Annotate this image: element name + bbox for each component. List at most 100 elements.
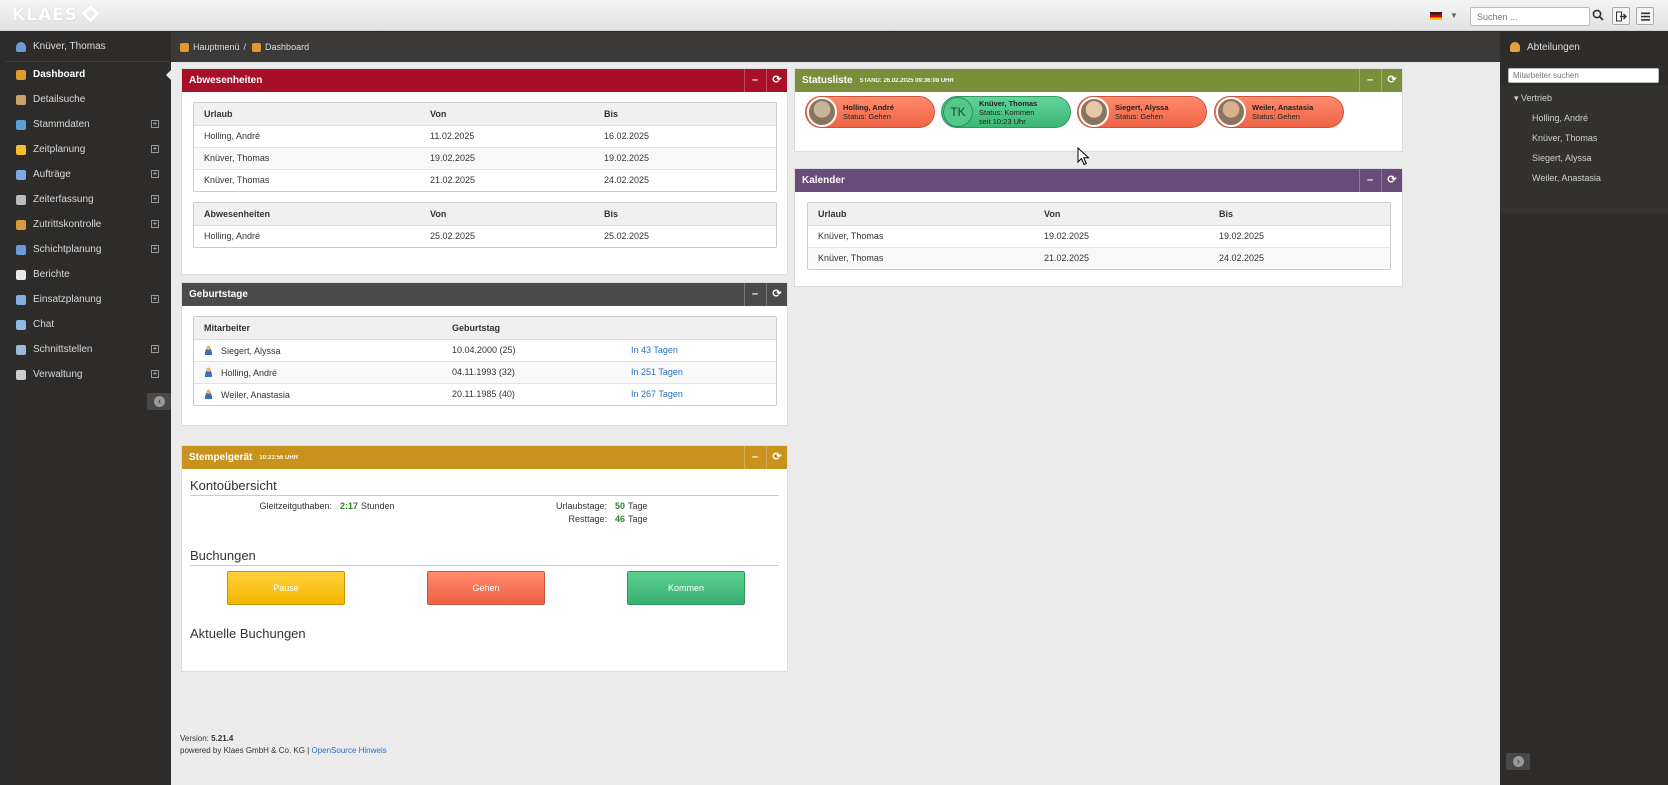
expand-icon[interactable]: + — [151, 145, 159, 153]
buchungen-title: Buchungen — [190, 548, 256, 563]
logout-button[interactable] — [1612, 7, 1630, 25]
sidebar-item-stammdaten[interactable]: Stammdaten + — [5, 112, 171, 137]
sidebar-item-zutrittskontrolle[interactable]: Zutrittskontrolle + — [5, 212, 171, 237]
calendar-icon — [16, 244, 26, 255]
expand-right-sidebar-button[interactable]: › — [1506, 753, 1530, 770]
expand-icon[interactable]: + — [151, 120, 159, 128]
status-chip[interactable]: Holling, André Status: Gehen — [805, 96, 935, 128]
breadcrumb-home[interactable]: Hauptmenü — [193, 42, 240, 52]
sidebar-item-zeiterfassung[interactable]: Zeiterfassung + — [5, 187, 171, 212]
expand-icon[interactable]: + — [151, 345, 159, 353]
table-row[interactable]: Knüver, Thomas 21.02.2025 24.02.2025 — [808, 247, 1390, 269]
tree-group-vertrieb[interactable]: ▾ Vertrieb — [1500, 88, 1668, 108]
sidebar-item-auftr-ge[interactable]: Aufträge + — [5, 162, 171, 187]
table-header-row: Urlaub Von Bis — [194, 103, 776, 126]
minimize-button[interactable]: – — [1359, 69, 1380, 92]
sidebar-item-label: Zutrittskontrolle — [33, 219, 102, 230]
tree-member[interactable]: Knüver, Thomas — [1500, 128, 1668, 148]
table-row[interactable]: Holling, André 11.02.2025 16.02.2025 — [194, 125, 776, 148]
kommen-button[interactable]: Kommen — [627, 571, 745, 605]
column-header: Von — [1034, 203, 1209, 226]
abwesenheiten-header: Abwesenheiten – ⟳ — [182, 69, 787, 92]
status-chip-text: Holling, André Status: Gehen — [843, 103, 894, 121]
sidebar-item-schnittstellen[interactable]: Schnittstellen + — [5, 337, 171, 362]
tree-member[interactable]: Siegert, Alyssa — [1500, 148, 1668, 168]
table-cell[interactable]: In 267 Tagen — [631, 389, 683, 399]
table-cell: 16.02.2025 — [604, 131, 650, 141]
status-chip[interactable]: Weiler, Anastasia Status: Gehen — [1214, 96, 1344, 128]
table-row[interactable]: Holling, André 04.11.1993 (32) In 251 Tage… — [194, 361, 776, 384]
current-user-name: Knüver, Thomas — [33, 41, 106, 52]
table-cell[interactable]: In 43 Tagen — [631, 345, 678, 355]
sun-icon — [16, 144, 26, 155]
main-content: Hauptmenü / Dashboard Abwesenheiten – ⟳ … — [171, 32, 1500, 785]
table-cell[interactable]: In 251 Tagen — [631, 367, 683, 377]
sidebar-item-verwaltung[interactable]: Verwaltung + — [5, 362, 171, 387]
caret-down-icon: ▾ — [1514, 93, 1522, 103]
sidebar-item-label: Zeiterfassung — [33, 194, 94, 205]
gehen-button[interactable]: Gehen — [427, 571, 545, 605]
table-row[interactable]: Knüver, Thomas 21.02.2025 24.02.2025 — [194, 169, 776, 191]
pause-button[interactable]: Pause — [227, 571, 345, 605]
tree-member[interactable]: Weiler, Anastasia — [1500, 168, 1668, 188]
status-chip[interactable]: TK Knüver, Thomas Status: Kommen seit 10:23… — [941, 96, 1071, 128]
table-row[interactable]: Knüver, Thomas 19.02.2025 19.02.2025 — [194, 147, 776, 170]
sidebar-item-chat[interactable]: Chat — [5, 312, 171, 337]
table-row[interactable]: Knüver, Thomas 19.02.2025 19.02.2025 — [808, 225, 1390, 248]
german-flag-icon[interactable] — [1430, 12, 1442, 20]
clock-icon — [16, 194, 26, 205]
resttage-value: 46 — [615, 514, 626, 524]
employee-search-input[interactable] — [1508, 68, 1659, 83]
sidebar-item-einsatzplanung[interactable]: Einsatzplanung + — [5, 287, 171, 312]
sidebar-item-label: Schnittstellen — [33, 344, 93, 355]
language-dropdown-caret-icon[interactable]: ▼ — [1450, 11, 1458, 20]
status-since: seit 10:23 Uhr — [979, 116, 1026, 126]
klaes-logo[interactable]: KLAES — [12, 4, 100, 25]
sidebar-item-schichtplanung[interactable]: Schichtplanung + — [5, 237, 171, 262]
refresh-button[interactable]: ⟳ — [766, 446, 787, 469]
panel-title: Stempelgerät — [189, 452, 253, 463]
tree-member[interactable]: Holling, André — [1500, 108, 1668, 128]
expand-icon[interactable]: + — [151, 195, 159, 203]
expand-icon[interactable]: + — [151, 245, 159, 253]
refresh-button[interactable]: ⟳ — [1381, 69, 1402, 92]
sidebar-item-berichte[interactable]: Berichte — [5, 262, 171, 287]
sidebar-item-zeitplanung[interactable]: Zeitplanung + — [5, 137, 171, 162]
minimize-button[interactable]: – — [744, 446, 765, 469]
table-row[interactable]: Weiler, Anastasia 20.11.1985 (40) In 267 T… — [194, 383, 776, 405]
expand-icon[interactable]: + — [151, 170, 159, 178]
table-row[interactable]: Holling, André 25.02.2025 25.02.2025 — [194, 225, 776, 247]
refresh-button[interactable]: ⟳ — [1381, 169, 1402, 192]
expand-icon[interactable]: + — [151, 295, 159, 303]
home-icon — [16, 69, 26, 80]
table-row[interactable]: Siegert, Alyssa 10.04.2000 (25) In 43 Tage… — [194, 339, 776, 362]
expand-icon[interactable]: + — [151, 370, 159, 378]
clock-time: 10:23:56 UHR — [259, 454, 299, 461]
user-icon — [16, 41, 26, 52]
menu-button[interactable] — [1636, 7, 1654, 25]
search-input[interactable] — [1470, 7, 1590, 26]
expand-icon[interactable]: + — [151, 220, 159, 228]
status-chip[interactable]: Siegert, Alyssa Status: Gehen — [1077, 96, 1207, 128]
refresh-button[interactable]: ⟳ — [766, 69, 787, 92]
refresh-button[interactable]: ⟳ — [766, 283, 787, 306]
table-cell: Holling, André — [204, 231, 261, 242]
panel-title: Statusliste — [802, 75, 853, 86]
minimize-button[interactable]: – — [1359, 169, 1380, 192]
sidebar-item-detailsuche[interactable]: Detailsuche — [5, 87, 171, 112]
current-user[interactable]: Knüver, Thomas — [5, 32, 171, 62]
minimize-button[interactable]: – — [744, 283, 765, 306]
column-header: Bis — [594, 103, 776, 126]
search-icon[interactable] — [1592, 9, 1604, 21]
column-header: Abwesenheiten — [194, 203, 420, 226]
breadcrumb-current[interactable]: Dashboard — [265, 42, 309, 52]
minimize-button[interactable]: – — [744, 69, 765, 92]
collapse-sidebar-button[interactable]: ‹ — [147, 393, 171, 410]
kalender-header: Kalender – ⟳ — [795, 169, 1402, 192]
sidebar-item-label: Detailsuche — [33, 94, 86, 105]
table-cell: 21.02.2025 — [430, 175, 476, 186]
sidebar-item-dashboard[interactable]: Dashboard — [5, 62, 172, 87]
opensource-link[interactable]: OpenSource Hinweis — [311, 746, 386, 755]
avatar — [1216, 97, 1246, 127]
table-cell: 24.02.2025 — [1219, 253, 1265, 264]
